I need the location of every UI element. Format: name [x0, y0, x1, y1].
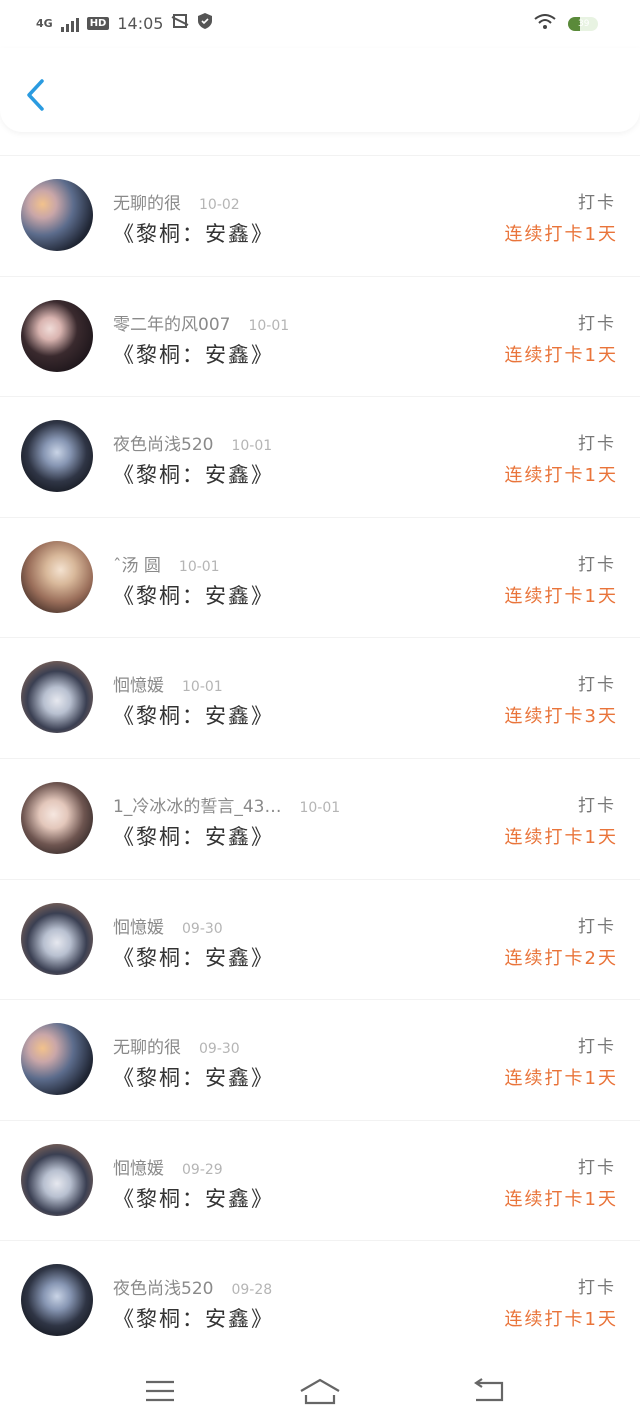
checkin-date: 10-01: [299, 799, 341, 816]
back-arrow-icon[interactable]: [24, 78, 48, 112]
avatar[interactable]: [21, 179, 93, 251]
avatar[interactable]: [21, 420, 93, 493]
user-name[interactable]: 夜色尚浅520: [113, 1279, 213, 1299]
streak-label: 连续打卡1天: [504, 1068, 618, 1090]
list-item[interactable]: 恛憶媛 10-01 《黎桐：安鑫》 打卡 连续打卡3天: [0, 637, 640, 758]
list-item[interactable]: ˆ汤 圆 10-01 《黎桐：安鑫》 打卡 连续打卡1天: [0, 516, 640, 638]
checkin-date: 10-01: [182, 679, 223, 696]
checkin-label: 打卡: [578, 795, 616, 816]
avatar[interactable]: [21, 1023, 93, 1096]
list-item[interactable]: 无聊的很 10-02 《黎桐：安鑫》 打卡 连续打卡1天: [0, 155, 640, 276]
streak-label: 连续打卡1天: [504, 1309, 618, 1331]
status-right: 39: [534, 14, 598, 34]
list-item[interactable]: 1_冷冰冰的誓言_43… 10-01 《黎桐：安鑫》 打卡 连续打卡1天: [0, 757, 640, 879]
top-header: [0, 48, 640, 132]
menu-icon[interactable]: [144, 1377, 176, 1405]
book-title: 《黎桐：安鑫》: [113, 583, 274, 608]
checkin-date: 10-01: [248, 317, 290, 334]
user-info: 夜色尚浅520 09-28: [113, 1274, 272, 1299]
battery-icon: 39: [568, 17, 598, 31]
screenshot-icon: [171, 12, 189, 34]
checkin-label: 打卡: [578, 1278, 616, 1299]
user-name[interactable]: 恛憶媛: [113, 918, 164, 938]
checkin-date: 10-01: [231, 438, 273, 455]
list-item[interactable]: 恛憶媛 09-30 《黎桐：安鑫》 打卡 连续打卡2天: [0, 878, 640, 1000]
list-item[interactable]: 恛憶媛 09-29 《黎桐：安鑫》 打卡 连续打卡1天: [0, 1119, 640, 1241]
shield-icon: [197, 12, 213, 34]
network-type: 4G: [36, 16, 53, 30]
wifi-icon: [534, 14, 556, 34]
user-info: 恛憶媛 10-01: [113, 671, 223, 696]
book-title: 《黎桐：安鑫》: [113, 1307, 274, 1332]
book-title: 《黎桐：安鑫》: [113, 1186, 274, 1211]
streak-label: 连续打卡2天: [504, 947, 618, 969]
avatar[interactable]: [21, 299, 93, 372]
avatar[interactable]: [21, 1264, 93, 1337]
home-icon[interactable]: [298, 1377, 342, 1407]
avatar[interactable]: [21, 661, 93, 734]
battery-level: 39: [578, 19, 590, 29]
book-title: 《黎桐：安鑫》: [113, 824, 274, 849]
hd-badge: HD: [86, 16, 110, 30]
book-title: 《黎桐：安鑫》: [113, 945, 274, 970]
user-info: 无聊的很 09-30: [113, 1033, 240, 1058]
user-info: 1_冷冰冰的誓言_43… 10-01: [113, 792, 340, 817]
avatar[interactable]: [21, 540, 93, 613]
book-title: 《黎桐：安鑫》: [113, 222, 274, 246]
checkin-list: 无聊的很 10-02 《黎桐：安鑫》 打卡 连续打卡1天 零二年的风007 10-0…: [0, 155, 640, 1361]
user-name[interactable]: 无聊的很: [113, 1038, 181, 1058]
user-name[interactable]: 恛憶媛: [113, 1159, 164, 1179]
user-name[interactable]: 夜色尚浅520: [113, 435, 213, 455]
list-item[interactable]: 夜色尚浅520 09-28 《黎桐：安鑫》 打卡 连续打卡1天: [0, 1240, 640, 1361]
streak-label: 连续打卡1天: [504, 585, 618, 607]
list-item[interactable]: 无聊的很 09-30 《黎桐：安鑫》 打卡 连续打卡1天: [0, 999, 640, 1120]
back-icon[interactable]: [472, 1377, 506, 1405]
checkin-date: 09-28: [231, 1282, 273, 1299]
list-item[interactable]: 零二年的风007 10-01 《黎桐：安鑫》 打卡 连续打卡1天: [0, 275, 640, 397]
user-info: 夜色尚浅520 10-01: [113, 430, 272, 455]
checkin-date: 10-01: [178, 558, 220, 575]
streak-label: 连续打卡1天: [504, 465, 618, 487]
status-left: 4G HD 14:05: [36, 12, 213, 34]
book-title: 《黎桐：安鑫》: [113, 1066, 274, 1091]
streak-label: 连续打卡1天: [504, 224, 618, 245]
user-name[interactable]: ˆ汤 圆: [113, 556, 161, 576]
checkin-label: 打卡: [578, 1157, 616, 1178]
book-title: 《黎桐：安鑫》: [113, 704, 274, 729]
streak-label: 连续打卡1天: [504, 344, 618, 366]
user-name[interactable]: 零二年的风007: [113, 315, 230, 335]
user-info: ˆ汤 圆 10-01: [113, 551, 220, 576]
checkin-label: 打卡: [578, 554, 616, 575]
streak-label: 连续打卡1天: [504, 826, 618, 848]
checkin-date: 09-29: [182, 1161, 223, 1178]
checkin-date: 09-30: [199, 1041, 240, 1058]
user-name[interactable]: 1_冷冰冰的誓言_43…: [113, 797, 281, 817]
streak-label: 连续打卡1天: [504, 1188, 618, 1210]
avatar[interactable]: [21, 1143, 93, 1216]
checkin-date: 10-02: [199, 197, 240, 213]
user-info: 恛憶媛 09-29: [113, 1154, 223, 1179]
list-item[interactable]: 夜色尚浅520 10-01 《黎桐：安鑫》 打卡 连续打卡1天: [0, 396, 640, 517]
clock: 14:05: [117, 13, 164, 33]
user-name[interactable]: 恛憶媛: [113, 676, 164, 696]
book-title: 《黎桐：安鑫》: [113, 342, 274, 367]
streak-label: 连续打卡3天: [504, 706, 618, 728]
checkin-label: 打卡: [578, 916, 616, 937]
user-name[interactable]: 无聊的很: [113, 194, 181, 214]
avatar[interactable]: [21, 781, 93, 854]
checkin-label: 打卡: [578, 434, 616, 455]
checkin-date: 09-30: [182, 920, 223, 937]
status-bar: 4G HD 14:05 39: [0, 0, 640, 48]
checkin-label: 打卡: [578, 193, 616, 213]
avatar[interactable]: [21, 902, 93, 975]
signal-icon: [60, 14, 79, 32]
user-info: 零二年的风007 10-01: [113, 310, 289, 335]
checkin-label: 打卡: [578, 675, 616, 696]
checkin-label: 打卡: [578, 1037, 616, 1058]
user-info: 恛憶媛 09-30: [113, 913, 223, 938]
book-title: 《黎桐：安鑫》: [113, 463, 274, 488]
user-info: 无聊的很 10-02: [113, 189, 240, 214]
bottom-nav-bar: [0, 1357, 640, 1427]
checkin-label: 打卡: [578, 313, 616, 334]
